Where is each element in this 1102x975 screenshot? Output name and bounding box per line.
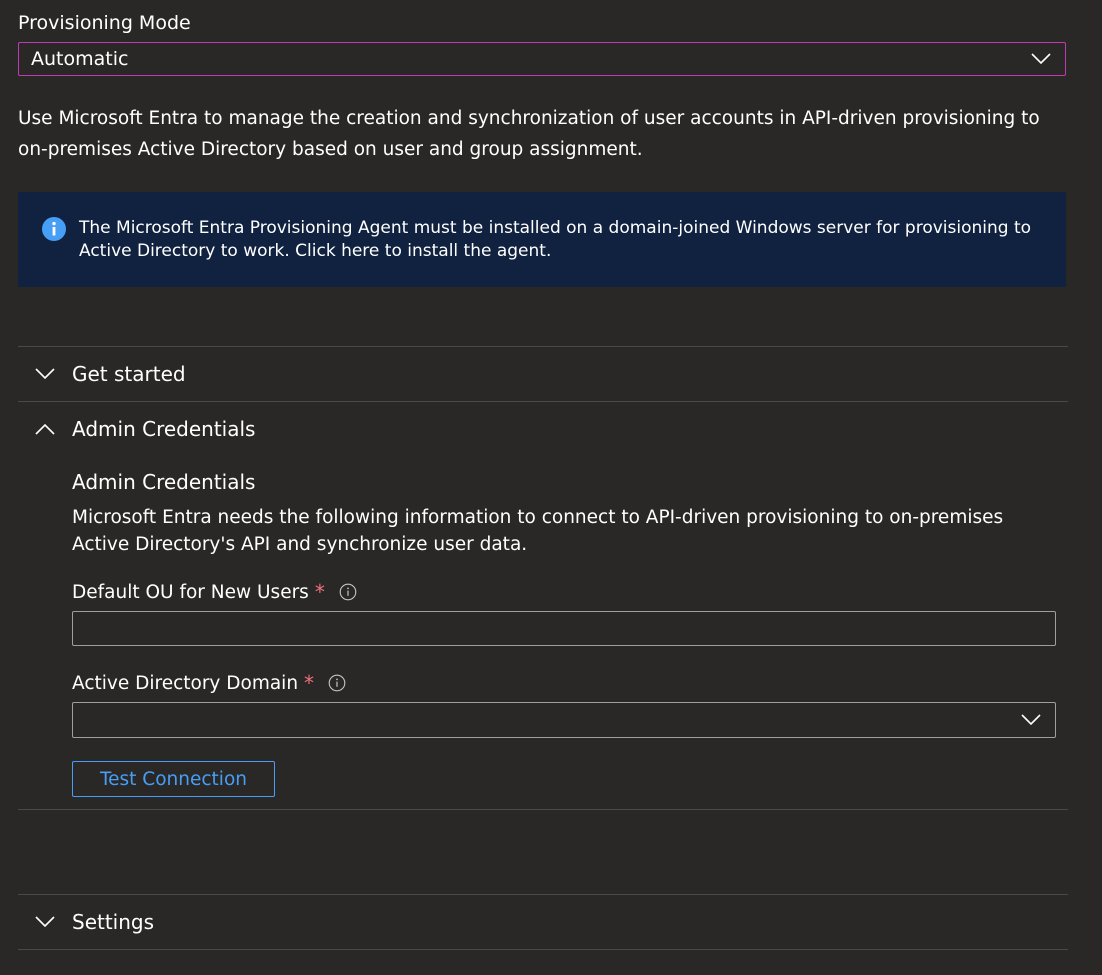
info-tooltip-icon[interactable] [339, 583, 357, 601]
accordion-get-started-label: Get started [72, 362, 186, 386]
accordion-settings-label: Settings [72, 910, 155, 934]
accordion-admin-credentials[interactable]: Admin Credentials [18, 402, 1068, 456]
info-banner[interactable]: The Microsoft Entra Provisioning Agent m… [18, 192, 1066, 287]
ad-domain-label: Active Directory Domain * [72, 671, 346, 695]
provisioning-mode-select[interactable]: Automatic [18, 42, 1066, 76]
chevron-down-icon [35, 368, 55, 380]
provisioning-mode-value: Automatic [31, 48, 129, 70]
info-banner-text: The Microsoft Entra Provisioning Agent m… [79, 218, 1032, 261]
test-connection-button[interactable]: Test Connection [72, 761, 275, 797]
default-ou-input[interactable] [72, 611, 1056, 646]
required-asterisk: * [304, 671, 315, 695]
admin-credentials-description: Microsoft Entra needs the following info… [72, 507, 1004, 555]
provisioning-description: Use Microsoft Entra to manage the creati… [18, 108, 1040, 160]
ad-domain-select[interactable] [72, 702, 1056, 738]
accordion-get-started[interactable]: Get started [18, 347, 1068, 401]
info-icon [42, 217, 66, 241]
default-ou-label: Default OU for New Users * [72, 580, 357, 604]
default-ou-label-text: Default OU for New Users [72, 581, 309, 603]
chevron-down-icon [1021, 714, 1041, 726]
ad-domain-label-text: Active Directory Domain [72, 672, 299, 694]
provisioning-page: Provisioning Mode Automatic Use Microsof… [0, 0, 1102, 975]
chevron-down-icon [35, 916, 55, 928]
accordion-admin-credentials-label: Admin Credentials [72, 417, 256, 441]
admin-credentials-title: Admin Credentials [72, 470, 256, 494]
chevron-up-icon [35, 423, 55, 435]
divider [18, 809, 1068, 810]
chevron-down-icon [1031, 53, 1051, 65]
info-tooltip-icon[interactable] [328, 674, 346, 692]
divider [18, 949, 1068, 950]
accordion-settings[interactable]: Settings [18, 895, 1068, 949]
required-asterisk: * [314, 580, 325, 604]
provisioning-mode-label: Provisioning Mode [18, 12, 191, 34]
